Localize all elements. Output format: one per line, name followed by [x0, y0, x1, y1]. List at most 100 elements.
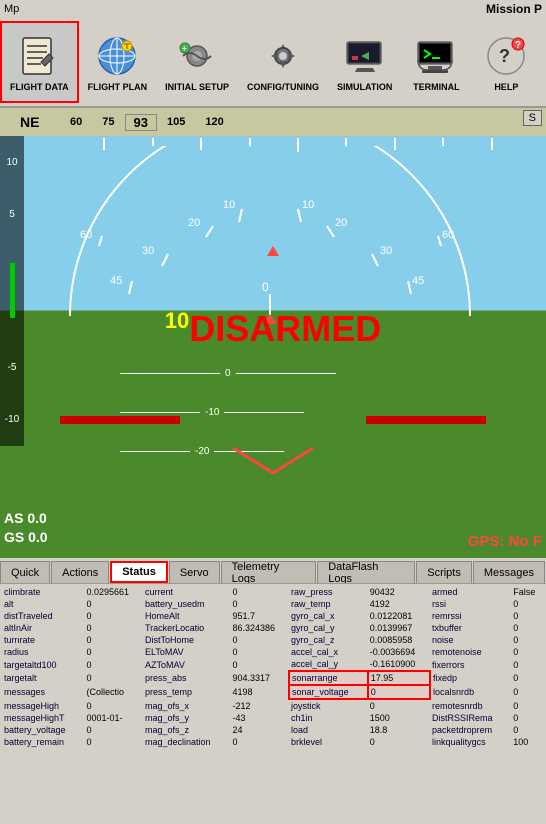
data-cell: DistToHome	[143, 634, 230, 646]
data-cell: 0	[511, 671, 544, 685]
terminal-label: TERMINAL	[413, 82, 460, 92]
tab-messages[interactable]: Messages	[473, 561, 545, 583]
data-cell: brklevel	[289, 736, 368, 748]
data-cell: 0.0122081	[368, 610, 430, 622]
tab-telemetry-logs[interactable]: Telemetry Logs	[221, 561, 317, 583]
data-cell: 0	[511, 634, 544, 646]
data-cell: 0	[84, 658, 143, 671]
disarmed-status: 10DISARMED	[165, 308, 382, 350]
data-cell: 0	[230, 646, 289, 658]
data-cell: turnrate	[2, 634, 84, 646]
compass-ne: NE	[20, 114, 39, 130]
table-row: targetaltd1000AZToMAV0accel_cal_y-0.1610…	[2, 658, 544, 671]
data-cell: battery_remain	[2, 736, 84, 748]
data-cell: 0	[84, 699, 143, 712]
tab-dataflash-logs[interactable]: DataFlash Logs	[317, 561, 415, 583]
menu-flight-data[interactable]: FLIGHT DATA	[0, 21, 79, 103]
help-label: HELP	[494, 82, 518, 92]
data-cell: 0	[230, 736, 289, 748]
roll-tick	[345, 138, 347, 146]
data-cell: mag_ofs_y	[143, 712, 230, 724]
disarmed-label: DISARMED	[189, 308, 381, 349]
svg-text:30: 30	[380, 245, 392, 257]
data-cell: radius	[2, 646, 84, 658]
data-cell: 904.3317	[230, 671, 289, 685]
data-cell: battery_usedm	[143, 598, 230, 610]
data-cell: 951.7	[230, 610, 289, 622]
tab-status[interactable]: Status	[110, 561, 168, 583]
data-cell: distTraveled	[2, 610, 84, 622]
data-cell: ch1in	[289, 712, 368, 724]
svg-text:?: ?	[515, 40, 521, 51]
alt-green-bar	[10, 263, 15, 318]
menu-config-tuning[interactable]: CONFIG/TUNING	[238, 21, 328, 103]
flight-data-icon	[15, 32, 63, 80]
data-cell: noise	[430, 634, 511, 646]
data-cell: 100	[511, 736, 544, 748]
data-cell: 24	[230, 724, 289, 736]
roll-tick	[103, 138, 105, 150]
menu-simulation[interactable]: SIMULATION	[328, 21, 401, 103]
data-cell: 0	[511, 712, 544, 724]
svg-text:45: 45	[412, 275, 424, 287]
data-cell: 0	[511, 699, 544, 712]
app-name: Mp	[4, 3, 19, 15]
menu-help[interactable]: ? ? HELP	[471, 21, 541, 103]
data-cell: -43	[230, 712, 289, 724]
data-cell: altInAir	[2, 622, 84, 634]
data-cell: 0	[230, 634, 289, 646]
initial-setup-icon: +	[173, 32, 221, 80]
terminal-icon	[412, 32, 460, 80]
data-cell: battery_voltage	[2, 724, 84, 736]
data-cell: 1500	[368, 712, 430, 724]
data-cell: mag_ofs_x	[143, 699, 230, 712]
roll-tick	[394, 138, 396, 150]
hud-area: NE 60 75 93 105 120 S 10 5 -5 -10	[0, 108, 546, 558]
data-cell: raw_temp	[289, 598, 368, 610]
initial-setup-label: INITIAL SETUP	[165, 82, 229, 92]
flight-data-label: FLIGHT DATA	[10, 82, 69, 92]
data-cell: targetaltd100	[2, 658, 84, 671]
data-cell: HomeAlt	[143, 610, 230, 622]
roll-tick	[491, 138, 493, 150]
tab-quick[interactable]: Quick	[0, 561, 50, 583]
table-row: battery_voltage0mag_ofs_z24load18.8packe…	[2, 724, 544, 736]
tab-actions[interactable]: Actions	[51, 561, 109, 583]
data-cell: 0	[84, 598, 143, 610]
svg-text:0: 0	[262, 280, 269, 294]
tab-servo[interactable]: Servo	[169, 561, 220, 583]
svg-text:?: ?	[499, 46, 510, 66]
data-cell: accel_cal_x	[289, 646, 368, 658]
airspeed: AS 0.0	[4, 509, 48, 529]
compass-120: 120	[195, 116, 233, 128]
data-cell: 4192	[368, 598, 430, 610]
data-cell: current	[143, 586, 230, 598]
table-row: alt0battery_usedm0raw_temp4192rssi0	[2, 598, 544, 610]
compass-75: 75	[92, 116, 124, 128]
data-cell: 17.95	[368, 671, 430, 685]
config-tuning-icon	[259, 32, 307, 80]
menu-terminal[interactable]: TERMINAL	[401, 21, 471, 103]
svg-text:60: 60	[442, 229, 454, 241]
horizon-bar-left	[60, 416, 180, 424]
data-cell: press_temp	[143, 685, 230, 699]
data-cell: load	[289, 724, 368, 736]
data-cell: messages	[2, 685, 84, 699]
data-cell: packetdroprem	[430, 724, 511, 736]
tab-scripts[interactable]: Scripts	[416, 561, 472, 583]
pitch-line-0: 0	[120, 368, 516, 379]
data-cell: targetalt	[2, 671, 84, 685]
menu-initial-setup[interactable]: + INITIAL SETUP	[156, 21, 238, 103]
data-cell: remotesnrdb	[430, 699, 511, 712]
data-cell: 0	[84, 671, 143, 685]
data-cell: messageHigh	[2, 699, 84, 712]
svg-text:+: +	[182, 44, 187, 53]
speed-display: AS 0.0 GS 0.0	[4, 509, 48, 548]
data-cell: climbrate	[2, 586, 84, 598]
table-row: targetalt0press_abs904.3317sonarrange17.…	[2, 671, 544, 685]
roll-tick	[200, 138, 202, 150]
data-cell: 0	[230, 586, 289, 598]
menu-flight-plan[interactable]: FLIGHT PLAN	[79, 21, 157, 103]
table-row: distTraveled0HomeAlt951.7gyro_cal_x0.012…	[2, 610, 544, 622]
data-cell: 0	[511, 610, 544, 622]
